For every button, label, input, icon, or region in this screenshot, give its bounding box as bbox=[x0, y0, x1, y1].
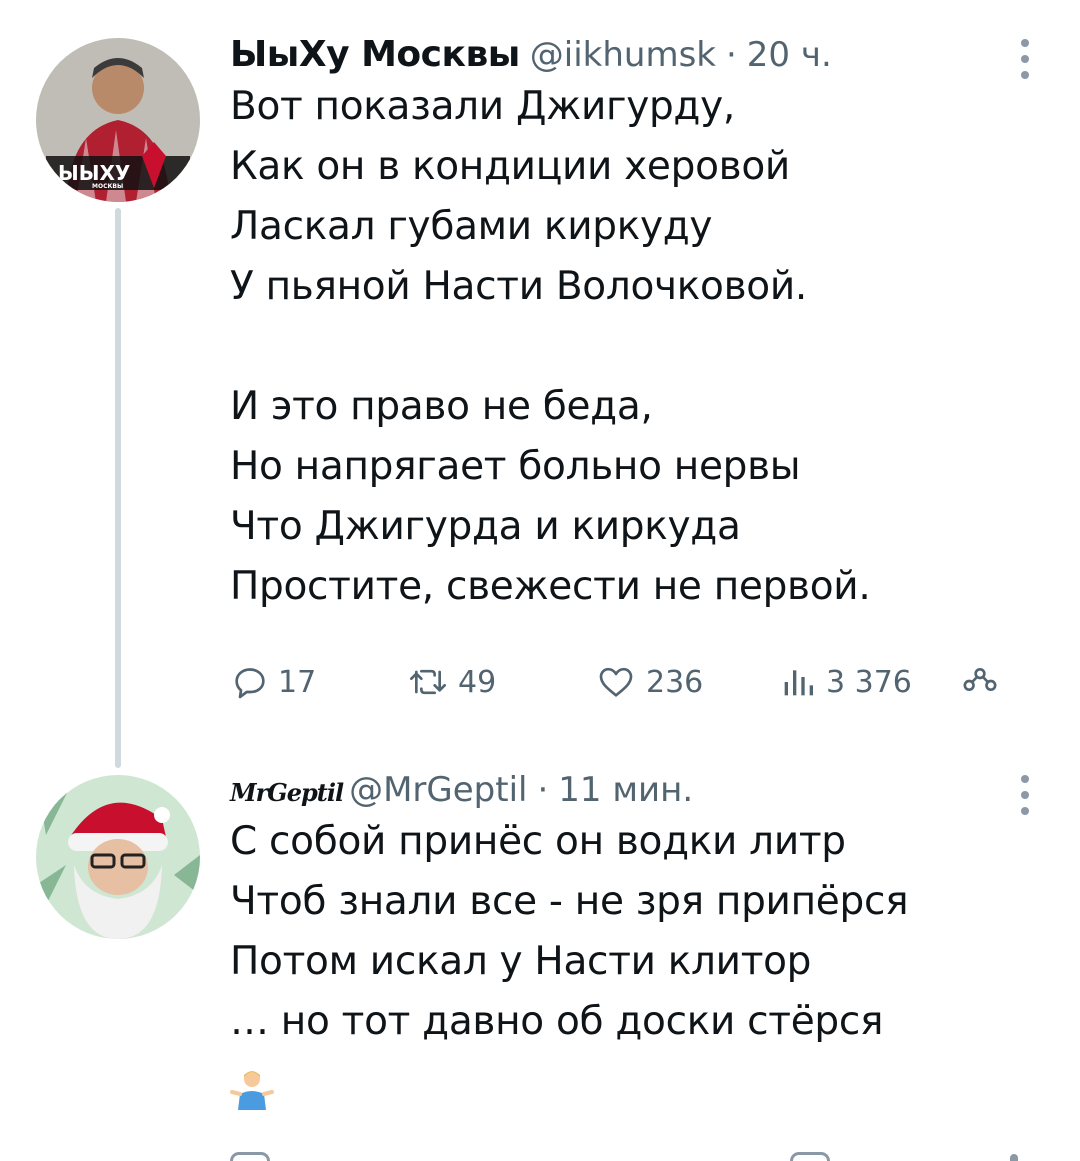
like-button[interactable]: 236 bbox=[594, 654, 703, 710]
timestamp[interactable]: 11 мин. bbox=[558, 770, 693, 810]
reply-icon bbox=[235, 668, 265, 699]
tweet-actions: 17 49 236 3 376 bbox=[230, 654, 1010, 710]
retweet-icon bbox=[410, 669, 446, 695]
more-options-icon[interactable] bbox=[1010, 770, 1040, 820]
retweet-count: 49 bbox=[458, 664, 497, 700]
tweet-line: Простите, свежести не первой. bbox=[230, 564, 871, 609]
display-name[interactable]: ЫыХу Москвы bbox=[230, 34, 520, 75]
avatar-mrgeptil[interactable] bbox=[36, 775, 200, 939]
tweet-line: Вот показали Джигурду, bbox=[230, 84, 735, 129]
next-action-bar-partial bbox=[230, 1152, 270, 1161]
tweet-text: Вот показали Джигурду, Как он в кондиции… bbox=[230, 77, 1040, 617]
reply-count: 17 bbox=[278, 664, 317, 700]
user-handle[interactable]: @iikhumsk bbox=[530, 35, 716, 75]
share-button[interactable] bbox=[958, 654, 1002, 710]
avatar-logo-subtext: МОСКВЫ bbox=[92, 183, 123, 190]
timestamp[interactable]: 20 ч. bbox=[747, 35, 832, 75]
like-count: 236 bbox=[646, 664, 704, 700]
header-separator: · bbox=[725, 35, 737, 75]
avatar-image: ЫЫХУ МОСКВЫ bbox=[36, 38, 200, 202]
retweet-button[interactable]: 49 bbox=[406, 654, 496, 710]
heart-icon bbox=[599, 667, 633, 697]
user-handle[interactable]: @MrGeptil bbox=[349, 770, 527, 810]
header-separator: · bbox=[537, 770, 549, 810]
views-count: 3 376 bbox=[826, 664, 912, 700]
tweet-line: Как он в кондиции херовой bbox=[230, 144, 790, 189]
tweet-line: С собой принёс он водки литр bbox=[230, 819, 846, 864]
tweet-line: У пьяной Насти Волочковой. bbox=[230, 264, 807, 309]
next-action-bar-partial bbox=[790, 1152, 830, 1161]
tweet-line: Но напрягает больно нервы bbox=[230, 444, 801, 489]
tweet-main[interactable]: ЫыХу Москвы @iikhumsk · 20 ч. Вот показа… bbox=[230, 34, 1040, 617]
tweet-header: ЫыХу Москвы @iikhumsk · 20 ч. bbox=[230, 34, 1040, 75]
tweet-line: Что Джигурда и киркуда bbox=[230, 504, 741, 549]
person-shrugging-emoji-icon bbox=[230, 1071, 274, 1110]
tweet-line: Ласкал губами киркуду bbox=[230, 204, 713, 249]
tweet-header: MrGeptil @MrGeptil · 11 мин. bbox=[230, 770, 1040, 810]
tweet-reply[interactable]: MrGeptil @MrGeptil · 11 мин. С собой при… bbox=[230, 770, 1040, 1114]
thread-page: ЫЫХУ МОСКВЫ ЫыХу Москвы @iikhumsk · 20 ч… bbox=[0, 0, 1080, 1161]
share-icon bbox=[963, 668, 997, 691]
thread-connector-line bbox=[115, 208, 121, 768]
more-options-icon[interactable] bbox=[1010, 34, 1040, 84]
stanza-break bbox=[230, 317, 1040, 377]
tweet-text: С собой принёс он водки литр Чтоб знали … bbox=[230, 812, 1040, 1052]
tweet-line: Потом искал у Насти клитор bbox=[230, 939, 812, 984]
views-bar-chart-icon bbox=[784, 670, 813, 696]
display-name[interactable]: MrGeptil bbox=[230, 778, 344, 807]
avatar-image bbox=[36, 775, 200, 939]
tweet-line: Чтоб знали все - не зря припёрся bbox=[230, 879, 909, 924]
tweet-line: И это право не беда, bbox=[230, 384, 653, 429]
avatar-iikhumsk[interactable]: ЫЫХУ МОСКВЫ bbox=[36, 38, 200, 202]
tweet-line: … но тот давно об доски стёрся bbox=[230, 999, 884, 1044]
next-action-bar-partial bbox=[1010, 1154, 1018, 1161]
reply-button[interactable]: 17 bbox=[230, 654, 316, 710]
avatar-logo-text: ЫЫХУ bbox=[58, 161, 130, 185]
views-button[interactable]: 3 376 bbox=[778, 654, 912, 710]
